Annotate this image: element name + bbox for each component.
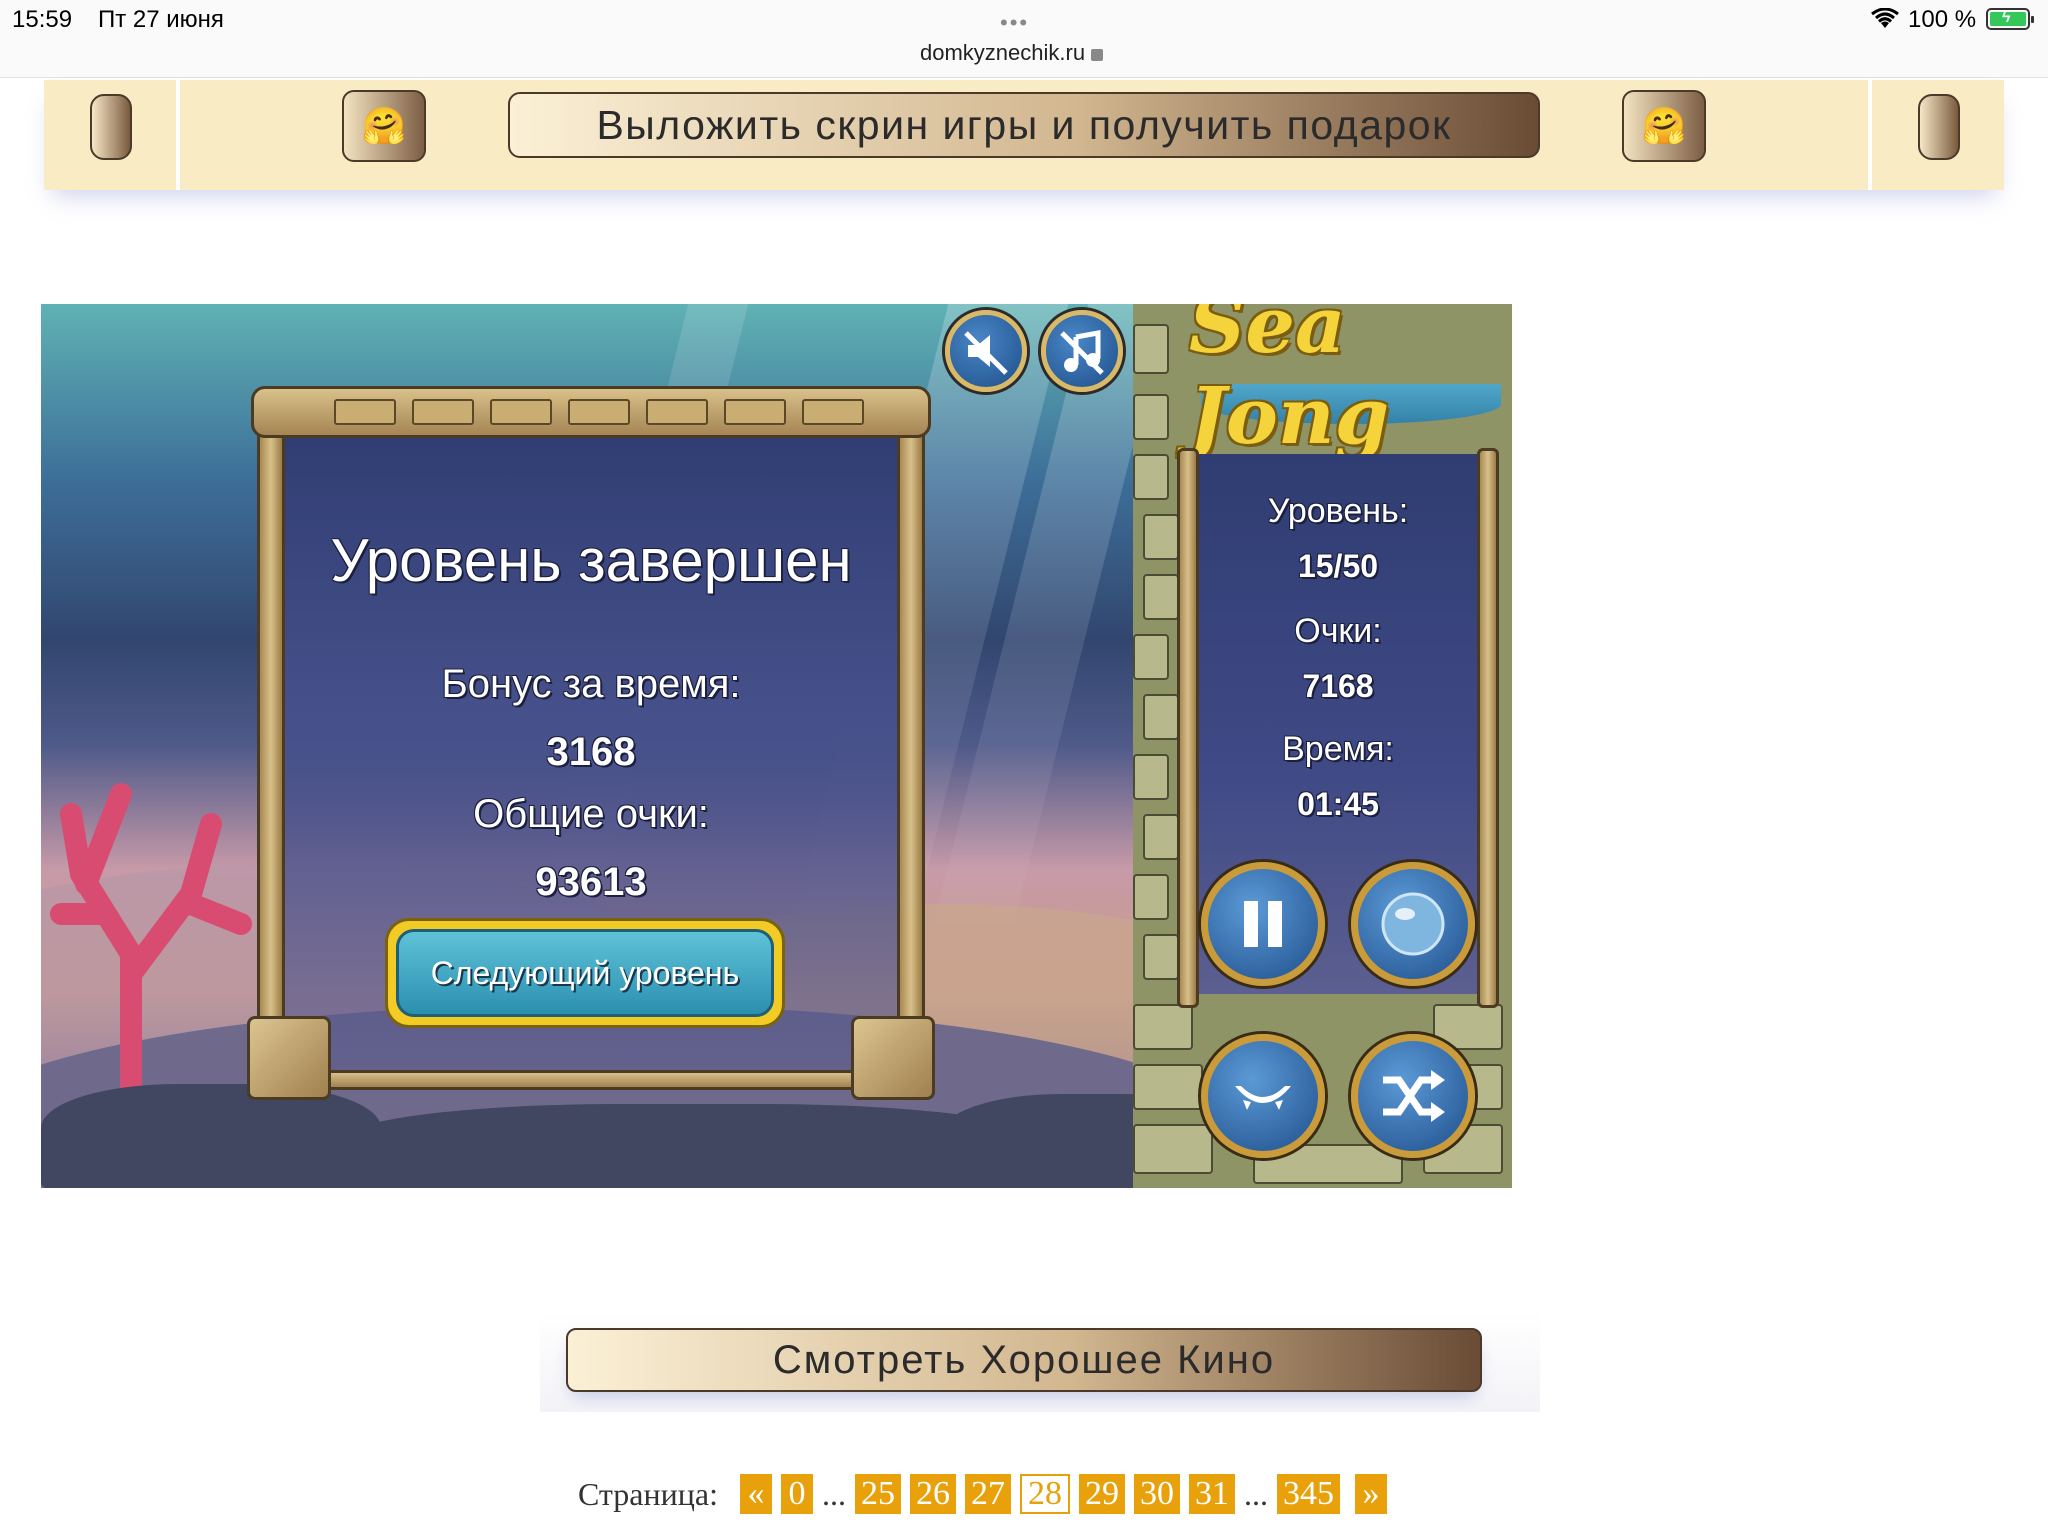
- page-link[interactable]: 25: [854, 1474, 901, 1514]
- page-link[interactable]: 31: [1188, 1474, 1235, 1514]
- page: 15:59 Пт 27 июня ••• domkyznechik.ru 100…: [0, 0, 2048, 1536]
- banner-right-emoji-button[interactable]: 🤗: [1622, 90, 1706, 162]
- pagination: Страница: « 0 ... 25 26 27 28 29 30 31 .…: [578, 1472, 1396, 1516]
- browser-more-icon[interactable]: •••: [1000, 10, 1029, 36]
- total-score-label: Общие очки:: [473, 792, 709, 836]
- undo-button[interactable]: [1201, 1034, 1325, 1158]
- next-level-label: Следующий уровень: [396, 929, 774, 1017]
- page-current: 28: [1019, 1474, 1070, 1514]
- status-time: 15:59: [12, 6, 73, 33]
- pagination-next[interactable]: »: [1354, 1474, 1387, 1514]
- shuffle-icon: [1383, 1070, 1445, 1122]
- pagination-ellipsis: ...: [821, 1475, 846, 1512]
- pagination-ellipsis: ...: [1243, 1475, 1268, 1512]
- page-link[interactable]: 27: [964, 1474, 1011, 1514]
- total-score-value: 93613: [535, 860, 647, 904]
- page-link[interactable]: 26: [909, 1474, 956, 1514]
- page-link[interactable]: 29: [1078, 1474, 1125, 1514]
- hint-button[interactable]: [1351, 862, 1475, 986]
- banner-left-handle[interactable]: [90, 94, 132, 160]
- time-bonus-label: Бонус за время:: [441, 662, 741, 706]
- lock-icon: [1091, 49, 1104, 61]
- shuffle-button[interactable]: [1351, 1034, 1475, 1158]
- level-value: 15/50: [1297, 548, 1379, 584]
- score-value: 7168: [1302, 668, 1374, 704]
- time-label: Время:: [1282, 730, 1394, 768]
- next-level-button[interactable]: Следующий уровень: [385, 918, 785, 1028]
- sound-off-icon: [964, 331, 1008, 375]
- level-label: Уровень:: [1267, 492, 1409, 530]
- level-complete-dialog: Уровень завершен Бонус за время: 3168 Об…: [247, 386, 935, 1100]
- sea-jong-logo: Sea Jong: [1189, 304, 1390, 462]
- undo-smile-icon: [1235, 1086, 1291, 1110]
- music-toggle-button[interactable]: [1041, 310, 1123, 392]
- page-link[interactable]: 345: [1276, 1474, 1340, 1514]
- address-bar[interactable]: domkyznechik.ru: [920, 40, 1104, 66]
- hug-emoji-icon: 🤗: [1641, 105, 1687, 146]
- page-link[interactable]: 30: [1133, 1474, 1180, 1514]
- share-screenshot-button[interactable]: Выложить скрин игры и получить подарок: [508, 92, 1540, 158]
- url-text: domkyznechik.ru: [920, 40, 1086, 65]
- battery-percent: 100 %: [1908, 6, 1977, 33]
- banner-right-handle[interactable]: [1918, 94, 1960, 160]
- score-label: Очки:: [1294, 612, 1382, 650]
- pagination-prev[interactable]: «: [739, 1474, 772, 1514]
- battery-icon: ϟ: [1986, 8, 2034, 30]
- pause-icon: [1244, 901, 1282, 947]
- hint-bubble-icon: [1381, 892, 1445, 956]
- pause-button[interactable]: [1201, 862, 1325, 986]
- dialog-title: Уровень завершен: [330, 527, 852, 594]
- time-bonus-value: 3168: [546, 730, 636, 774]
- hug-emoji-icon: 🤗: [361, 105, 407, 146]
- status-bar: 15:59 Пт 27 июня ••• domkyznechik.ru 100…: [0, 0, 2048, 78]
- banner-left-emoji-button[interactable]: 🤗: [342, 90, 426, 162]
- time-value: 01:45: [1297, 786, 1379, 822]
- top-banner: 🤗 Выложить скрин игры и получить подарок…: [44, 80, 2004, 190]
- watch-movie-button[interactable]: Смотреть Хорошее Кино: [566, 1328, 1482, 1392]
- pagination-label: Страница:: [578, 1475, 718, 1512]
- status-date: Пт 27 июня: [98, 6, 224, 33]
- coral-decoration: [50, 783, 252, 1114]
- game-canvas[interactable]: Уровень завершен Бонус за время: 3168 Об…: [41, 304, 1512, 1188]
- wifi-icon: [1871, 8, 1899, 28]
- music-off-icon: [1060, 330, 1104, 375]
- sound-toggle-button[interactable]: [945, 310, 1027, 392]
- page-link[interactable]: 0: [780, 1474, 813, 1514]
